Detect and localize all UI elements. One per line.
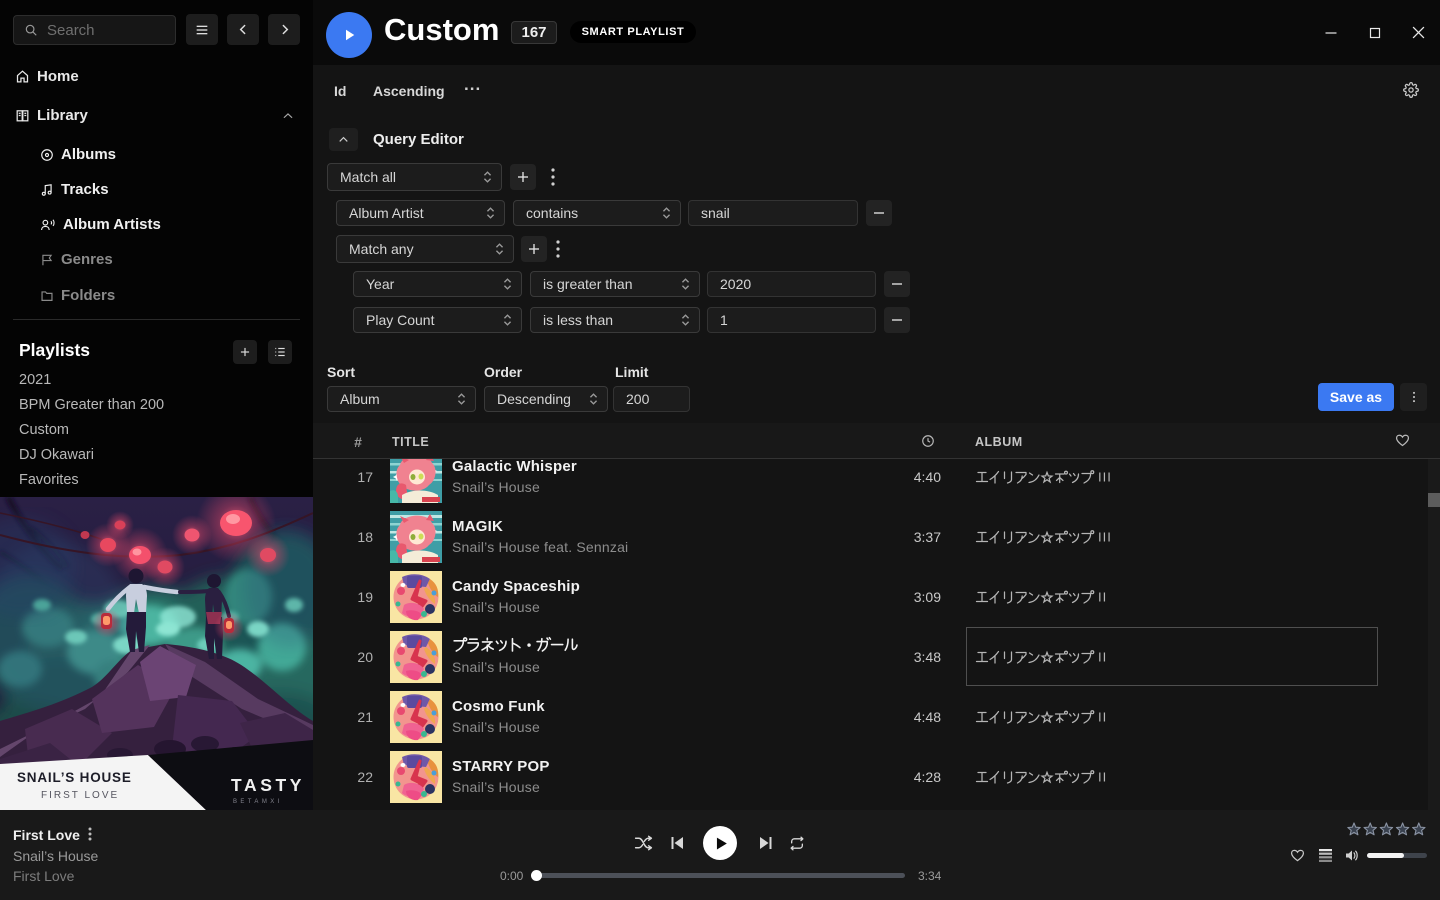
svg-text:FIRST LOVE: FIRST LOVE	[41, 790, 119, 801]
svg-text:III: III	[1098, 530, 1112, 545]
svg-text:SNAIL’S HOUSE: SNAIL’S HOUSE	[17, 770, 132, 785]
svg-text:II: II	[1098, 710, 1107, 725]
svg-text:II: II	[1098, 770, 1107, 785]
svg-text:II: II	[1098, 590, 1107, 605]
svg-text:III: III	[1098, 470, 1112, 485]
svg-text:TASTY: TASTY	[231, 775, 305, 795]
svg-text:BETAMXI: BETAMXI	[233, 799, 283, 805]
